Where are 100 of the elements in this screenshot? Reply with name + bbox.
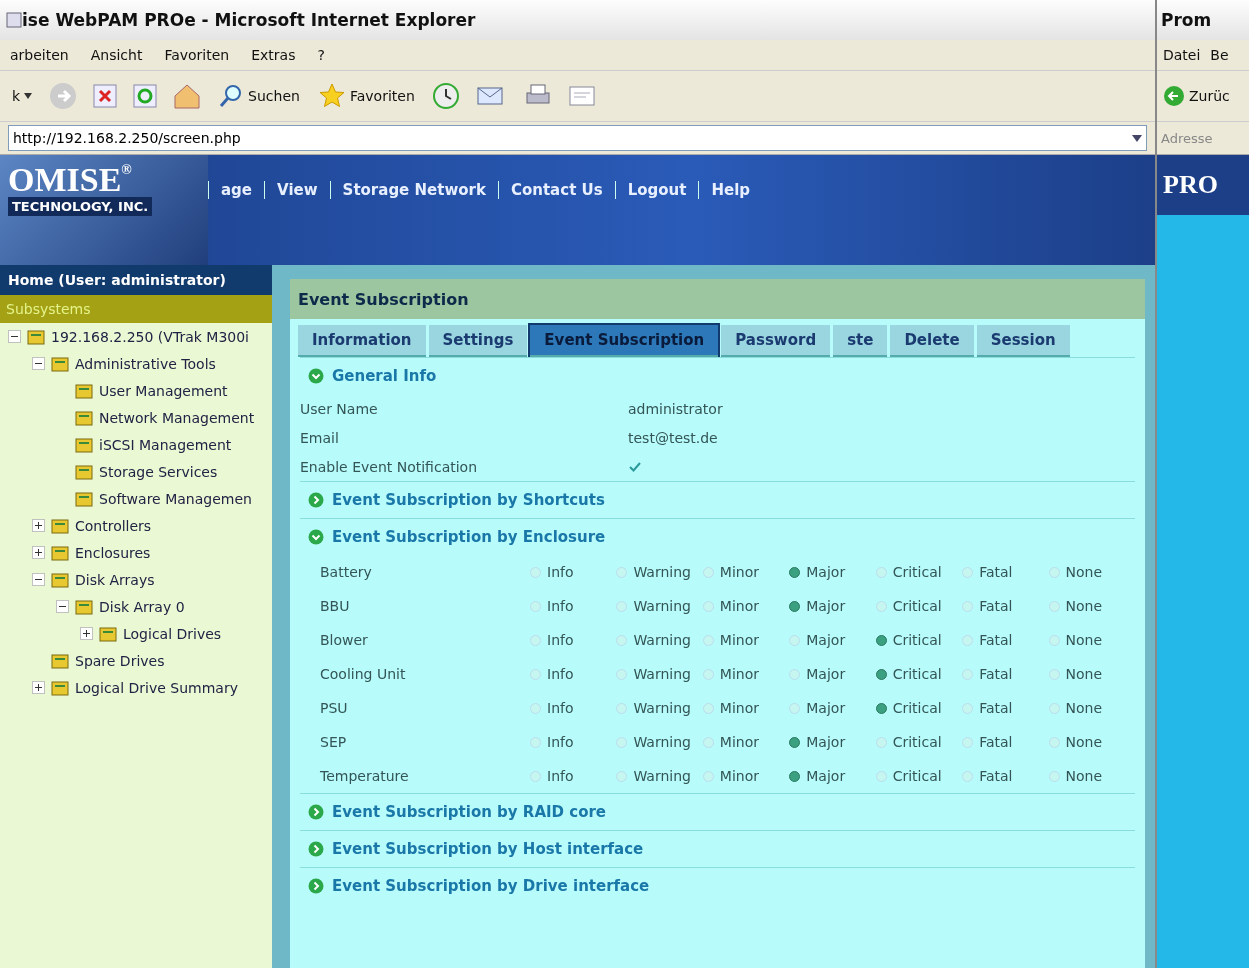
- option-label: Warning: [633, 632, 691, 648]
- chevron-right-icon[interactable]: [308, 841, 324, 857]
- tree-item[interactable]: Storage Services: [99, 463, 218, 480]
- nav-link[interactable]: Storage Network: [329, 181, 498, 199]
- chevron-right-icon[interactable]: [308, 804, 324, 820]
- option-label: None: [1065, 564, 1103, 580]
- option-label: Major: [806, 700, 846, 716]
- tree-item[interactable]: Disk Array 0: [99, 598, 185, 615]
- field-value: administrator: [628, 400, 724, 417]
- window-title: Prom: [1161, 10, 1212, 30]
- collapse-icon[interactable]: [8, 330, 21, 343]
- tab[interactable]: Delete: [890, 325, 974, 357]
- logo-text: OMISE®: [8, 163, 133, 197]
- expand-icon[interactable]: [32, 681, 45, 694]
- option-label: Fatal: [979, 734, 1013, 750]
- tree-item[interactable]: User Management: [99, 382, 228, 399]
- tab[interactable]: ste: [833, 325, 888, 357]
- menu-item[interactable]: Favoriten: [164, 47, 230, 63]
- option-label: Warning: [633, 666, 691, 682]
- menu-item[interactable]: Ansicht: [90, 47, 143, 63]
- nav-link[interactable]: View: [264, 181, 330, 199]
- option-label: Warning: [633, 768, 691, 784]
- dropdown-arrow-icon[interactable]: [1132, 134, 1142, 142]
- option-label: Fatal: [979, 700, 1013, 716]
- field-value: test@test.de: [628, 429, 719, 446]
- tab[interactable]: Settings: [428, 325, 528, 357]
- radio-button[interactable]: [789, 736, 801, 748]
- row-label: BBU: [320, 598, 351, 614]
- tree-item[interactable]: iSCSI Management: [99, 436, 232, 453]
- tab[interactable]: Session: [976, 325, 1070, 357]
- tree-item[interactable]: Disk Arrays: [75, 571, 155, 588]
- row-label: PSU: [320, 700, 349, 716]
- back-button[interactable]: Zurüc: [1161, 83, 1232, 109]
- tab[interactable]: Information: [298, 325, 426, 357]
- option-label: Critical: [892, 632, 942, 648]
- section-title[interactable]: Event Subscription by Host interface: [332, 840, 644, 858]
- caret-icon: [24, 93, 33, 99]
- menu-item[interactable]: arbeiten: [10, 47, 69, 63]
- tree-item[interactable]: 192.168.2.250 (VTrak M300i: [51, 328, 249, 345]
- radio-button[interactable]: [875, 668, 887, 680]
- section-title[interactable]: Event Subscription by Drive interface: [332, 877, 650, 895]
- section-title[interactable]: Event Subscription by Shortcuts: [332, 491, 605, 509]
- section-title[interactable]: Event Subscription by RAID core: [332, 803, 607, 821]
- chevron-down-icon[interactable]: [308, 529, 324, 545]
- option-label: Critical: [892, 598, 942, 614]
- tree-item[interactable]: Enclosures: [75, 544, 151, 561]
- field-label: User Name: [300, 400, 379, 417]
- tree-item[interactable]: Spare Drives: [75, 652, 165, 669]
- search-button[interactable]: Suchen: [216, 81, 302, 111]
- radio-button[interactable]: [789, 566, 801, 578]
- field-label: Enable Event Notification: [300, 458, 479, 475]
- collapse-icon[interactable]: [32, 573, 45, 586]
- section-title[interactable]: General Info: [332, 367, 437, 385]
- option-label: None: [1065, 666, 1103, 682]
- tree-item[interactable]: Controllers: [75, 517, 152, 534]
- radio-button[interactable]: [875, 634, 887, 646]
- radio-button[interactable]: [789, 770, 801, 782]
- history-icon: [430, 81, 461, 111]
- chevron-down-icon[interactable]: [308, 368, 324, 384]
- expand-icon[interactable]: [32, 546, 45, 559]
- option-label: Fatal: [979, 768, 1013, 784]
- menu-item[interactable]: Datei: [1163, 47, 1201, 63]
- chevron-right-icon[interactable]: [308, 492, 324, 508]
- option-label: Fatal: [979, 564, 1013, 580]
- nav-link[interactable]: age: [208, 181, 265, 199]
- collapse-icon[interactable]: [56, 600, 69, 613]
- nav-link[interactable]: Logout: [614, 181, 699, 199]
- logo-subtitle: TECHNOLOGY, INC.: [8, 197, 153, 216]
- collapse-icon[interactable]: [32, 357, 45, 370]
- row-label: Blower: [320, 632, 369, 648]
- option-label: Major: [806, 666, 846, 682]
- forward-icon: [48, 81, 79, 111]
- check-icon[interactable]: [628, 460, 642, 473]
- expand-icon[interactable]: [32, 519, 45, 532]
- expand-icon[interactable]: [80, 627, 93, 640]
- tree-item[interactable]: Software Managemen: [99, 490, 252, 507]
- menu-item[interactable]: Be: [1210, 47, 1229, 63]
- tab[interactable]: Password: [721, 325, 831, 357]
- tree-item[interactable]: Administrative Tools: [75, 355, 216, 372]
- radio-button[interactable]: [789, 600, 801, 612]
- favorites-button[interactable]: Favoriten: [315, 80, 417, 112]
- tab[interactable]: Event Subscription: [530, 325, 719, 357]
- option-label: None: [1065, 598, 1103, 614]
- address-label: Adresse: [1161, 130, 1213, 146]
- menu-item[interactable]: ?: [317, 47, 325, 63]
- row-label: Cooling Unit: [320, 666, 407, 682]
- home-link[interactable]: Home (User: administrator): [0, 265, 272, 295]
- option-label: Major: [806, 564, 846, 580]
- radio-button[interactable]: [875, 702, 887, 714]
- back-button[interactable]: k: [10, 86, 35, 106]
- section-title[interactable]: Event Subscription by Enclosure: [332, 528, 606, 546]
- nav-link[interactable]: Help: [698, 181, 762, 199]
- chevron-right-icon[interactable]: [308, 878, 324, 894]
- menu-item[interactable]: Extras: [251, 47, 296, 63]
- tree-item[interactable]: Logical Drive Summary: [75, 679, 238, 696]
- nav-link[interactable]: Contact Us: [497, 181, 615, 199]
- option-label: Minor: [719, 598, 759, 614]
- tree-item[interactable]: Logical Drives: [123, 625, 222, 642]
- address-field[interactable]: http://192.168.2.250/screen.php: [8, 125, 1147, 151]
- tree-item[interactable]: Network Management: [99, 409, 255, 426]
